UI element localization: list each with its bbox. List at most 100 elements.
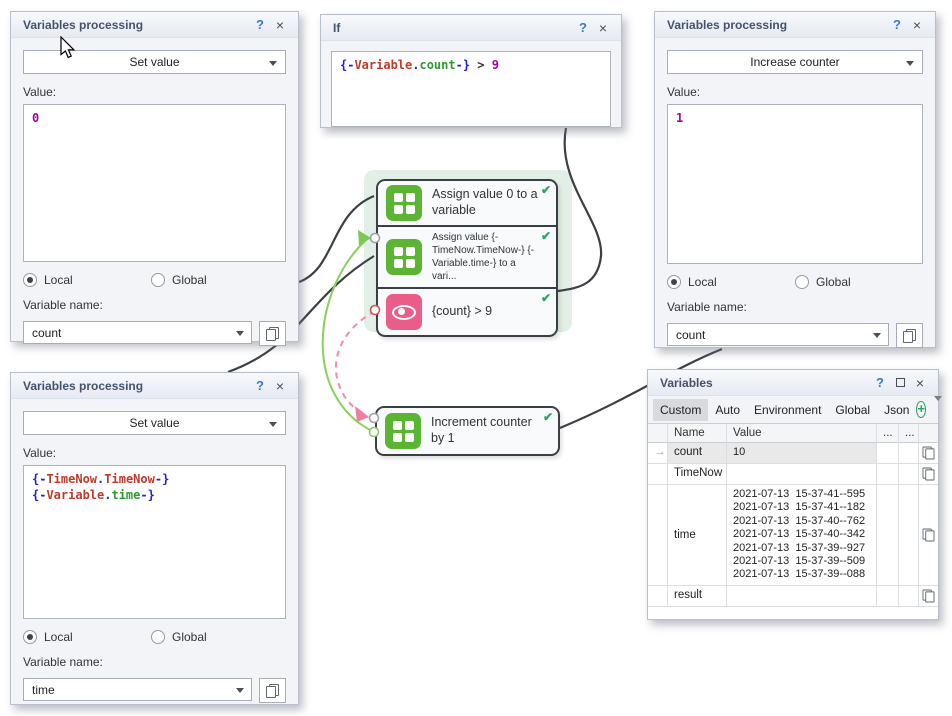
action-dropdown[interactable]: Set value: [23, 50, 286, 74]
close-icon[interactable]: ×: [270, 377, 290, 395]
variables-processing-icon: [385, 413, 421, 449]
action-dropdown-label: Set value: [129, 416, 179, 430]
help-icon[interactable]: ?: [250, 16, 270, 34]
tab-global[interactable]: Global: [828, 399, 877, 421]
value-textarea[interactable]: 1: [667, 104, 923, 264]
var-value-cell[interactable]: [727, 586, 877, 607]
var-value-cell[interactable]: [727, 464, 877, 485]
success-check-icon: ✔: [541, 291, 551, 305]
panel-title: Variables processing: [667, 18, 887, 32]
close-icon[interactable]: ×: [593, 19, 613, 37]
toggle-eye-icon: [392, 305, 416, 320]
action-block-stack[interactable]: Assign value 0 to a variable ✔ Assign va…: [376, 179, 558, 337]
copy-icon[interactable]: [925, 468, 931, 481]
panel-title: Variables: [660, 376, 870, 390]
copy-variable-button[interactable]: [259, 321, 286, 346]
radio-global[interactable]: Global: [151, 273, 279, 287]
gutter-header: [648, 424, 668, 443]
tab-environment[interactable]: Environment: [747, 399, 828, 421]
panel-if: If ? × {-Variable.count-} > 9: [320, 14, 622, 128]
variables-table: Name Value ... ... → count 10 TimeNow ti…: [648, 423, 938, 619]
copy-icon: [266, 684, 279, 698]
block-assign-zero[interactable]: Assign value 0 to a variable ✔: [378, 181, 556, 225]
condition-textarea[interactable]: {-Variable.count-} > 9: [331, 51, 611, 127]
variables-processing-icon: [386, 239, 422, 275]
action-dropdown[interactable]: Increase counter: [667, 50, 923, 74]
col-value[interactable]: Value: [727, 424, 877, 443]
help-icon[interactable]: ?: [573, 19, 593, 37]
copy-icon[interactable]: [925, 447, 931, 460]
help-icon[interactable]: ?: [887, 16, 907, 34]
close-icon[interactable]: ×: [270, 16, 290, 34]
radio-dot-selected: [23, 630, 37, 644]
variable-name-combobox[interactable]: count: [23, 321, 252, 344]
tab-auto[interactable]: Auto: [708, 399, 747, 421]
table-row[interactable]: → count 10: [648, 443, 938, 464]
variable-name-label: Variable name:: [23, 298, 286, 312]
close-icon[interactable]: ×: [907, 16, 927, 34]
copy-icon[interactable]: [925, 528, 931, 541]
block-label: Assign value 0 to a variable: [432, 187, 542, 218]
panel-header[interactable]: If ? ×: [321, 15, 621, 41]
chevron-down-icon[interactable]: [934, 401, 942, 419]
value-label: Value:: [23, 446, 286, 460]
panel-header[interactable]: Variables ? ×: [648, 370, 938, 396]
radio-local[interactable]: Local: [23, 630, 151, 644]
variables-processing-icon: [386, 185, 422, 221]
col-extra2[interactable]: ...: [899, 424, 919, 443]
chevron-down-icon: [269, 61, 277, 66]
var-name-cell[interactable]: result: [668, 586, 727, 607]
var-name-cell[interactable]: time: [668, 485, 727, 586]
panel-variables-processing-set-count: Variables processing ? × Set value Value…: [10, 11, 299, 342]
block-increment-counter[interactable]: Increment counter by 1 ✔: [375, 406, 560, 456]
variables-tab-bar: Custom Auto Environment Global Json +: [648, 396, 938, 423]
chevron-down-icon: [873, 333, 881, 338]
add-variable-icon[interactable]: +: [916, 401, 926, 418]
panel-title: If: [333, 21, 573, 35]
variable-name-combobox[interactable]: count: [667, 323, 889, 346]
variable-name-label: Variable name:: [23, 655, 286, 669]
var-value-cell[interactable]: 10: [727, 443, 877, 464]
panel-header[interactable]: Variables processing ? ×: [11, 373, 298, 399]
help-icon[interactable]: ?: [870, 374, 890, 392]
panel-header[interactable]: Variables processing ? ×: [11, 12, 298, 38]
success-check-icon: ✔: [541, 229, 551, 243]
var-name-cell[interactable]: count: [668, 443, 727, 464]
radio-local[interactable]: Local: [23, 273, 151, 287]
var-value-cell[interactable]: 2021-07-13 15-37-41--595 2021-07-13 15-3…: [727, 485, 877, 586]
copy-icon[interactable]: [925, 589, 931, 602]
variable-name-combobox[interactable]: time: [23, 678, 252, 701]
close-icon[interactable]: ×: [910, 374, 930, 392]
tab-json[interactable]: Json: [877, 399, 916, 421]
wire-setcount-to-block1[interactable]: [299, 196, 374, 282]
var-name-cell[interactable]: TimeNow: [668, 464, 727, 485]
radio-global[interactable]: Global: [795, 275, 923, 289]
table-row[interactable]: time 2021-07-13 15-37-41--595 2021-07-13…: [648, 485, 938, 586]
panel-title: Variables processing: [23, 18, 250, 32]
value-textarea[interactable]: 0: [23, 104, 286, 262]
copy-icon: [903, 329, 916, 343]
panel-variables-processing-set-time: Variables processing ? × Set value Value…: [10, 372, 299, 705]
action-dropdown[interactable]: Set value: [23, 411, 286, 435]
table-row[interactable]: TimeNow: [648, 464, 938, 485]
tab-custom[interactable]: Custom: [653, 399, 708, 421]
block-assign-time[interactable]: Assign value {-TimeNow.TimeNow-} {-Varia…: [378, 225, 556, 287]
value-label: Value:: [23, 85, 286, 99]
panel-header[interactable]: Variables processing ? ×: [655, 12, 935, 38]
copy-variable-button[interactable]: [896, 323, 923, 348]
block-condition[interactable]: {count} > 9 ✔: [378, 287, 556, 335]
table-row[interactable]: result: [648, 586, 938, 607]
value-label: Value:: [667, 85, 923, 99]
radio-local[interactable]: Local: [667, 275, 795, 289]
chevron-down-icon: [236, 688, 244, 693]
help-icon[interactable]: ?: [250, 377, 270, 395]
copy-variable-button[interactable]: [259, 678, 286, 703]
value-textarea[interactable]: {-TimeNow.TimeNow-} {-Variable.time-}: [23, 465, 286, 619]
col-name[interactable]: Name: [668, 424, 727, 443]
action-dropdown-label: Increase counter: [750, 55, 839, 69]
block-label: Increment counter by 1: [431, 415, 544, 446]
col-extra1[interactable]: ...: [877, 424, 899, 443]
if-condition-icon: [386, 294, 422, 330]
radio-global[interactable]: Global: [151, 630, 279, 644]
maximize-icon[interactable]: [890, 374, 910, 392]
